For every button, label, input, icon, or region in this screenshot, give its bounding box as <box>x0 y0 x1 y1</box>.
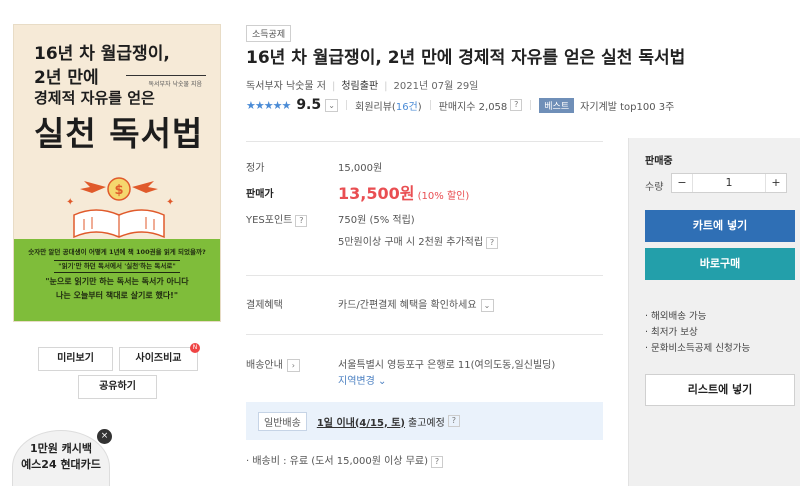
sale-price-value: 13,500원 <box>338 184 415 203</box>
section-divider <box>246 334 603 335</box>
payment-benefit-text: 카드/간편결제 혜택을 확인하세요 <box>338 300 477 311</box>
sale-price-row: 13,500원 (10% 할인) <box>338 180 469 204</box>
promo-close-icon[interactable]: × <box>97 429 112 444</box>
benefit-list: · 해외배송 가능 · 최저가 보상 · 문화비소득공제 신청가능 <box>645 309 750 357</box>
rating-dropdown-icon[interactable]: ⌄ <box>325 98 339 112</box>
cover-title-line-3: 경제적 자유를 얻은 <box>34 89 155 107</box>
review-link[interactable]: 회원리뷰(16건) <box>355 98 422 113</box>
yes-point-label: YES포인트? <box>246 211 308 227</box>
payment-benefit-label: 결제혜택 <box>246 300 283 311</box>
shipping-arrow-icon[interactable]: › <box>286 359 300 372</box>
publish-date: 2021년 07월 29일 <box>393 81 479 92</box>
sales-index-help-icon[interactable]: ? <box>510 99 523 111</box>
sale-price-label: 판매가 <box>246 189 274 200</box>
benefit-item: · 문화비소득공제 신청가능 <box>645 343 751 354</box>
quantity-label: 수량 <box>645 182 664 193</box>
extra-points-help-icon[interactable]: ? <box>486 237 499 249</box>
svg-text:$: $ <box>114 183 123 198</box>
size-compare-button[interactable]: 사이즈비교 <box>119 347 198 371</box>
list-price-value: 15,000원 <box>338 163 383 174</box>
extra-points-row: 5만원이상 구매 시 2천원 추가적립? <box>338 233 499 249</box>
quantity-input[interactable]: 1 <box>692 174 766 192</box>
preview-button[interactable]: 미리보기 <box>38 347 113 371</box>
yes-point-value: 750원 (5% 적립) <box>338 215 415 226</box>
promo-line-2: 예스24 현대카드 <box>21 457 101 471</box>
shipping-fee-help-icon[interactable]: ? <box>431 456 443 468</box>
quantity-minus-button[interactable]: − <box>672 174 692 192</box>
add-to-list-button[interactable]: 리스트에 넣기 <box>645 374 795 406</box>
list-price-label: 정가 <box>246 163 265 174</box>
delivery-eta-text: 출고예정 <box>408 417 445 429</box>
cover-band-line-2: "읽기'만 하던 독서에서 '실천'하는 독서로" <box>54 260 180 274</box>
cover-title-line-4: 실천 독서법 <box>34 114 204 153</box>
book-cover-image[interactable]: 16년 차 월급쟁이, 2년 만에 독서부자 낙숫물 지음 경제적 자유를 얻은… <box>13 24 221 322</box>
delivery-help-icon[interactable]: ? <box>447 415 460 427</box>
quantity-plus-button[interactable]: + <box>766 174 786 192</box>
rating-score: 9.5 <box>296 97 322 113</box>
promo-line-1: 1만원 캐시백 <box>29 442 93 455</box>
buy-now-button[interactable]: 바로구매 <box>645 248 795 280</box>
cover-band-line-1: 숫자만 알던 공대생이 어떻게 1년에 책 100권을 읽게 되었을까? <box>28 248 206 256</box>
shipping-fee-text: · 배송비 : 유료 (도서 15,000원 이상 무료) <box>246 456 428 467</box>
cover-title-line-1: 16년 차 월급쟁이, <box>34 44 170 64</box>
cover-band-line-3: "눈으로 읽기만 하는 독서는 독서가 아니다 <box>45 277 189 287</box>
section-divider <box>246 275 603 276</box>
delivery-eta-date: 1일 이내(4/15, 토) <box>316 417 405 429</box>
author-link[interactable]: 독서부자 낙숫물 저 <box>246 81 326 92</box>
benefit-item: · 해외배송 가능 <box>645 311 707 322</box>
new-badge: N <box>190 343 200 353</box>
cover-band-line-4: 나는 오늘부터 책대로 살기로 했다!" <box>56 290 178 300</box>
extra-points-text: 5만원이상 구매 시 2천원 추가적립 <box>338 237 484 248</box>
shipping-fee-row: · 배송비 : 유료 (도서 15,000원 이상 무료)? <box>246 452 443 468</box>
payment-benefit-row[interactable]: 카드/간편결제 혜택을 확인하세요 ⌄ <box>338 296 494 312</box>
quantity-stepper: − 1 + <box>671 173 787 193</box>
yes-point-help-icon[interactable]: ? <box>295 215 308 227</box>
best-rank-text[interactable]: 자기계발 top100 3주 <box>580 98 674 113</box>
add-to-cart-button[interactable]: 카트에 넣기 <box>645 210 795 242</box>
share-button[interactable]: 공유하기 <box>78 375 157 399</box>
rating-stars-icon: ★★★★★ <box>246 98 291 112</box>
card-cashback-promo[interactable]: 1만원 캐시백 예스24 현대카드 <box>12 430 110 486</box>
purchase-panel: 판매중 수량 − 1 + 카트에 넣기 바로구매 · 해외배송 가능 · 최저가… <box>628 138 800 486</box>
section-divider <box>246 141 603 142</box>
cover-rule <box>126 75 206 76</box>
discount-rate: (10% 할인) <box>417 191 470 202</box>
benefit-item: · 최저가 보상 <box>645 327 698 338</box>
best-tag: 베스트 <box>539 97 575 113</box>
sale-status: 판매중 <box>645 156 673 167</box>
income-deduction-tag: 소득공제 <box>246 25 292 42</box>
shipping-address: 서울특별시 영등포구 은행로 11(여의도동,일신빌딩) <box>338 360 556 371</box>
cover-green-band: 숫자만 알던 공대생이 어떻게 1년에 책 100권을 읽게 되었을까? "읽기… <box>14 239 220 321</box>
product-title: 16년 차 월급쟁이, 2년 만에 경제적 자유를 얻은 실천 독서법 <box>246 48 686 68</box>
delivery-type-tag: 일반배송 <box>258 411 307 431</box>
change-region-link[interactable]: 지역변경 ⌄ <box>338 372 386 387</box>
chevron-down-icon[interactable]: ⌄ <box>480 299 494 312</box>
svg-text:✦: ✦ <box>166 197 174 208</box>
cover-book-coin-illustration: $ ✦ ✦ <box>66 177 174 239</box>
delivery-eta-box: 일반배송 1일 이내(4/15, 토) 출고예정 ? <box>246 402 603 440</box>
svg-text:✦: ✦ <box>66 197 74 208</box>
product-meta: 독서부자 낙숫물 저 | 청림출판 | 2021년 07월 29일 <box>246 81 479 92</box>
rating-row: ★★★★★ 9.5 ⌄ 회원리뷰(16건) 판매지수 2,058 ? 베스트 자… <box>246 96 674 114</box>
publisher-link[interactable]: 청림출판 <box>341 81 378 92</box>
sales-index: 판매지수 2,058 <box>438 101 508 113</box>
shipping-label: 배송안내 › <box>246 356 300 372</box>
